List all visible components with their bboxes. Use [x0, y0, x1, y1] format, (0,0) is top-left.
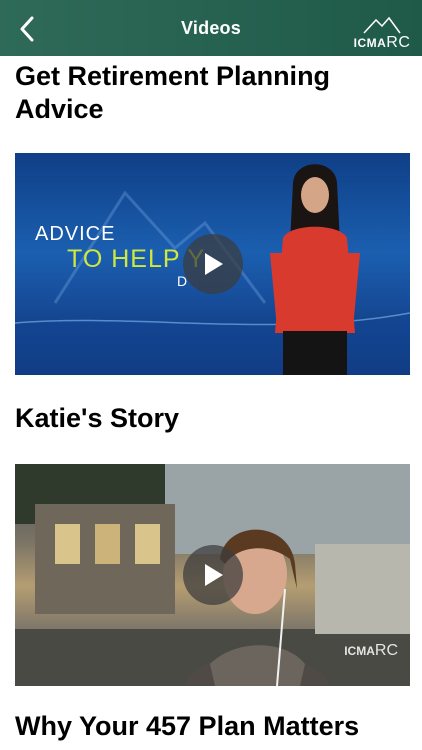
- video-thumbnail[interactable]: ICMARC: [15, 464, 410, 686]
- video-thumbnail[interactable]: ADVICE TO HELP Y D: [15, 153, 410, 375]
- video-list: Get Retirement Planning Advice ADVICE TO…: [0, 56, 422, 750]
- play-button[interactable]: [182, 234, 243, 294]
- play-icon: [204, 564, 223, 586]
- thumbnail-caption: ADVICE: [35, 223, 116, 245]
- video-title: Why Your 457 Plan Matters: [15, 711, 360, 741]
- video-title: Katie's Story: [15, 403, 179, 433]
- chevron-left-icon: [20, 16, 34, 42]
- play-button[interactable]: [182, 545, 243, 605]
- video-title: Get Retirement Planning Advice: [15, 61, 331, 124]
- back-button[interactable]: [12, 14, 42, 44]
- icmarc-logo: ICMARC: [352, 8, 412, 52]
- video-watermark: ICMARC: [344, 642, 398, 659]
- page-title: Videos: [181, 17, 241, 38]
- app-header: Videos ICMARC: [0, 0, 422, 56]
- play-icon: [204, 253, 223, 275]
- mountain-logo-icon: [363, 16, 401, 34]
- logo-text-rc: RC: [386, 34, 411, 51]
- logo-text: ICMA: [353, 36, 387, 50]
